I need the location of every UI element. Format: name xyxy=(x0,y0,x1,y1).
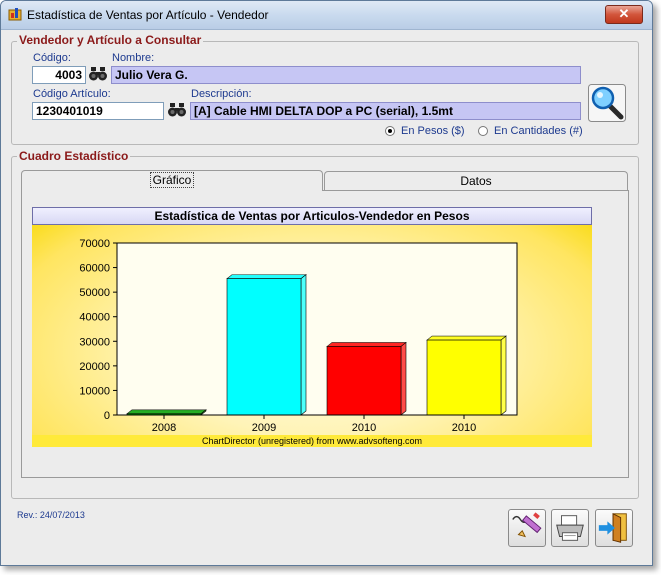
y-tick-label: 10000 xyxy=(79,385,110,397)
y-tick-label: 30000 xyxy=(79,336,110,348)
radio-pesos-label[interactable]: En Pesos ($) xyxy=(401,125,465,137)
tab-datos[interactable]: Datos xyxy=(324,171,628,191)
printer-icon xyxy=(556,515,584,541)
bar-side xyxy=(500,335,507,416)
pencil-pad-icon xyxy=(512,512,542,538)
exit-door-icon xyxy=(598,513,627,543)
radio-pesos[interactable] xyxy=(385,126,395,136)
codigo-label: Código: xyxy=(33,52,71,64)
title-bar: Estadística de Ventas por Artículo - Ven… xyxy=(1,1,652,30)
descripcion-field: [A] Cable HMI DELTA DOP a PC (serial), 1… xyxy=(190,102,581,120)
chart-area: Estadística de Ventas por Articulos-Vend… xyxy=(32,207,592,447)
radio-cantidades[interactable] xyxy=(478,126,488,136)
bar-top xyxy=(126,409,207,415)
y-tick-label: 70000 xyxy=(79,238,110,250)
bar-top xyxy=(226,274,307,279)
bar-2010 xyxy=(426,339,502,416)
y-tick-label: 20000 xyxy=(79,361,110,373)
radio-cantidades-label[interactable]: En Cantidades (#) xyxy=(494,125,583,137)
window-title: Estadística de Ventas por Artículo - Ven… xyxy=(27,8,269,22)
x-tick-label: 2008 xyxy=(152,422,176,434)
bar-side xyxy=(400,341,407,416)
bar-2010 xyxy=(326,346,402,416)
revision-label: Rev.: 24/07/2013 xyxy=(17,510,85,520)
bar-2009 xyxy=(226,278,302,416)
print-button[interactable] xyxy=(551,509,589,547)
nombre-label: Nombre: xyxy=(112,52,155,64)
exit-button[interactable] xyxy=(595,509,633,547)
bar-chart: 0 10000 20000 30000 40000 50000 60000 70000 2008… xyxy=(79,238,518,434)
edit-button[interactable] xyxy=(508,509,546,547)
y-tick-label: 40000 xyxy=(79,312,110,324)
app-icon xyxy=(8,8,22,21)
stats-legend: Cuadro Estadístico xyxy=(17,149,131,163)
y-tick-label: 0 xyxy=(104,410,110,422)
codigo-field[interactable]: 4003 xyxy=(32,66,86,84)
descripcion-label: Descripción: xyxy=(191,88,252,100)
tab-grafico-label: Gráfico xyxy=(149,172,195,188)
close-button[interactable]: ✕ xyxy=(605,5,643,24)
tab-datos-label: Datos xyxy=(460,174,492,188)
x-tick-label: 2009 xyxy=(252,422,276,434)
bar-top xyxy=(326,342,407,347)
chart-footer-note: ChartDirector (unregistered) from www.ad… xyxy=(32,435,592,447)
tab-grafico[interactable]: Gráfico xyxy=(21,170,323,191)
vendor-article-legend: Vendedor y Artículo a Consultar xyxy=(17,33,204,47)
y-tick-label: 60000 xyxy=(79,263,110,275)
nombre-field: Julio Vera G. xyxy=(111,66,581,84)
binoculars-icon[interactable] xyxy=(88,64,108,84)
x-tick-label: 2010 xyxy=(452,422,476,434)
y-tick-label: 50000 xyxy=(79,287,110,299)
x-tick-label: 2010 xyxy=(352,422,376,434)
binoculars-article-icon[interactable] xyxy=(167,100,187,120)
codigo-articulo-label: Código Artículo: xyxy=(33,88,111,100)
main-window: Estadística de Ventas por Artículo - Ven… xyxy=(0,0,653,566)
bar-top xyxy=(426,335,507,341)
bar-side xyxy=(300,274,307,416)
search-button[interactable] xyxy=(588,84,626,122)
codigo-articulo-field[interactable]: 1230401019 xyxy=(32,102,164,120)
chart-title: Estadística de Ventas por Articulos-Vend… xyxy=(32,207,592,225)
